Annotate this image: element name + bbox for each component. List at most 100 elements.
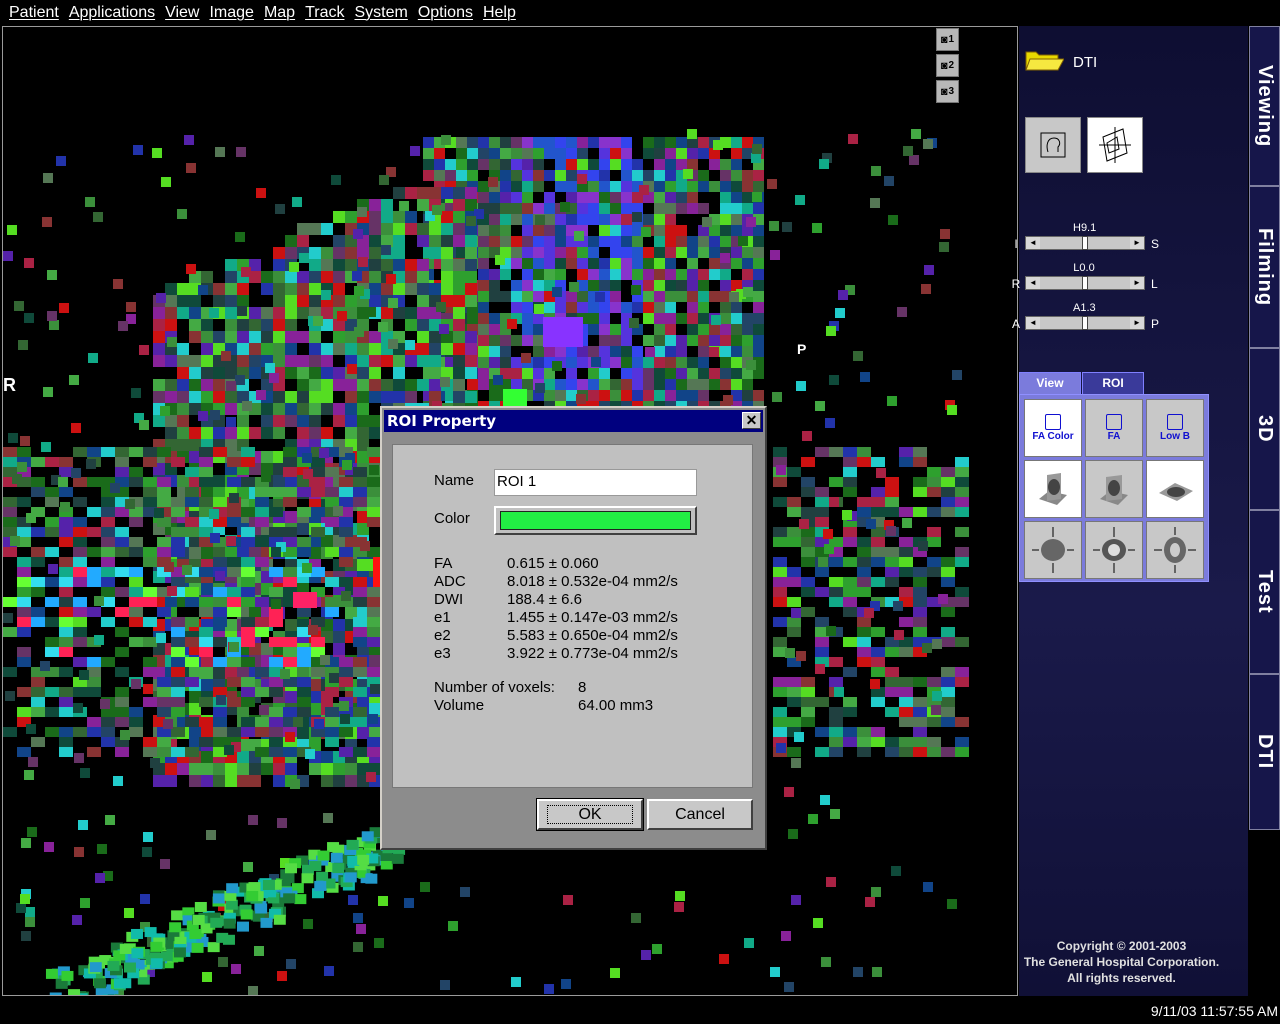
slider-ap-thumb[interactable] xyxy=(1082,316,1088,330)
snapshot-button-3[interactable]: ◙ 3 xyxy=(936,80,959,103)
slider-is-thumb[interactable] xyxy=(1082,236,1088,250)
tab-dti-label: DTI xyxy=(1254,734,1276,770)
arrow-right-icon[interactable]: ► xyxy=(1130,277,1144,289)
tab-test-label: Test xyxy=(1254,570,1276,614)
menu-patient[interactable]: Patient xyxy=(4,4,64,22)
copyright-line: Copyright © 2001-2003 xyxy=(1056,939,1187,953)
view-button-grid: FA Color FA Low B xyxy=(1019,394,1209,582)
fa-color-button[interactable]: FA Color xyxy=(1024,399,1082,457)
arrow-left-icon[interactable]: ◄ xyxy=(1026,277,1040,289)
name-field[interactable]: ROI 1 xyxy=(494,469,697,496)
snapshot-button-1[interactable]: ◙ 1 xyxy=(936,28,959,51)
head-view-button[interactable] xyxy=(1025,117,1081,173)
sagittal-plane-icon xyxy=(1039,473,1067,505)
slider-rl-value: L0.0 xyxy=(1073,262,1095,274)
slider-rl-track[interactable]: ◄ ► xyxy=(1025,276,1145,290)
tab-viewing-label: Viewing xyxy=(1254,64,1276,148)
fa-button[interactable]: FA xyxy=(1085,399,1143,457)
tab-roi[interactable]: ROI xyxy=(1082,372,1144,394)
slider-ap-track[interactable]: ◄ ► xyxy=(1025,316,1145,330)
arrow-left-icon[interactable]: ◄ xyxy=(1026,237,1040,249)
sagittal-pan-button[interactable] xyxy=(1024,521,1082,579)
slider-ap-left-label: A xyxy=(1011,317,1020,331)
axial-pan-button[interactable] xyxy=(1146,521,1204,579)
orthogonal-planes-button[interactable] xyxy=(1087,117,1143,173)
axial-plane-button[interactable] xyxy=(1146,460,1204,518)
ok-button[interactable]: OK xyxy=(536,798,644,831)
arrow-right-icon[interactable]: ► xyxy=(1130,237,1144,249)
stat-value: 0.615 ± 0.060 xyxy=(507,555,599,572)
low-b-button[interactable]: Low B xyxy=(1146,399,1204,457)
head-icon xyxy=(1106,414,1122,430)
tab-3d-label: 3D xyxy=(1254,415,1276,443)
fa-label: FA xyxy=(1107,431,1121,442)
folder-label: DTI xyxy=(1073,54,1098,71)
cancel-button[interactable]: Cancel xyxy=(647,799,753,830)
slider-is-value: H9.1 xyxy=(1073,222,1097,234)
voxel-count-label: Number of voxels: xyxy=(434,679,555,696)
slider-rl-right-label: L xyxy=(1151,277,1158,291)
ok-label: OK xyxy=(547,805,633,824)
slider-ap: A1.3 A ◄ ► P xyxy=(1012,302,1248,336)
stat-row: FA 0.615 ± 0.060 xyxy=(434,555,678,573)
arrow-left-icon[interactable]: ◄ xyxy=(1026,317,1040,329)
menu-map[interactable]: Map xyxy=(259,4,300,22)
close-icon[interactable]: ✕ xyxy=(742,412,761,429)
stat-value: 1.455 ± 0.147e-03 mm2/s xyxy=(507,609,678,626)
copyright-notice: Copyright © 2001-2003 The General Hospit… xyxy=(1019,938,1224,986)
stat-value: 3.922 ± 0.773e-04 mm2/s xyxy=(507,645,678,662)
fa-color-label: FA Color xyxy=(1032,431,1074,442)
tab-test[interactable]: Test xyxy=(1249,510,1280,674)
stat-key: DWI xyxy=(434,591,464,608)
dialog-title: ROI Property xyxy=(387,412,497,430)
dialog-title-bar[interactable]: ROI Property ✕ xyxy=(384,410,763,432)
menu-image[interactable]: Image xyxy=(204,4,258,22)
color-swatch xyxy=(500,511,691,530)
volume-label: Volume xyxy=(434,697,485,714)
snapshot-number: 1 xyxy=(948,34,955,45)
status-bar: 9/11/03 11:57:55 AM xyxy=(0,997,1280,1024)
color-picker-button[interactable] xyxy=(494,506,697,535)
slider-ap-right-label: P xyxy=(1151,317,1160,331)
folder-icon[interactable] xyxy=(1024,48,1064,72)
snapshot-number: 2 xyxy=(948,60,955,71)
roi-statistics: FA 0.615 ± 0.060 ADC 8.018 ± 0.532e-04 mm2… xyxy=(434,555,678,663)
menu-options[interactable]: Options xyxy=(413,4,478,22)
axial-slice-icon xyxy=(1154,527,1196,573)
stat-key: e1 xyxy=(434,609,451,626)
tab-filming-label: Filming xyxy=(1254,227,1276,307)
tab-view[interactable]: View xyxy=(1019,372,1081,394)
view-roi-tabs: View ROI FA Color FA Low B xyxy=(1019,372,1209,582)
coronal-pan-button[interactable] xyxy=(1085,521,1143,579)
voxel-summary: Number of voxels: 8 Volume 64.00 mm3 xyxy=(434,679,653,715)
menu-view[interactable]: View xyxy=(160,4,204,22)
menu-applications[interactable]: Applications xyxy=(64,4,160,22)
arrow-right-icon[interactable]: ► xyxy=(1130,317,1144,329)
tab-3d[interactable]: 3D xyxy=(1249,348,1280,510)
sagittal-plane-button[interactable] xyxy=(1024,460,1082,518)
tab-viewing[interactable]: Viewing xyxy=(1249,26,1280,186)
stat-key: ADC xyxy=(434,573,466,590)
menu-system[interactable]: System xyxy=(349,4,412,22)
slider-ap-value: A1.3 xyxy=(1073,302,1096,314)
slider-rl-left-label: R xyxy=(1011,277,1021,291)
name-label: Name xyxy=(434,472,475,489)
axial-plane-icon xyxy=(1159,483,1193,501)
side-tab-bar: Viewing Filming 3D Test DTI xyxy=(1249,26,1280,996)
low-b-label: Low B xyxy=(1160,431,1190,442)
roi-property-dialog: ROI Property ✕ Name ROI 1 Color FA 0.615 … xyxy=(380,406,767,850)
coronal-slice-icon xyxy=(1093,527,1135,573)
volume-value: 64.00 mm3 xyxy=(578,697,654,714)
tab-filming[interactable]: Filming xyxy=(1249,186,1280,348)
menu-track[interactable]: Track xyxy=(300,4,349,22)
volume-row: Volume 64.00 mm3 xyxy=(434,697,653,715)
tab-dti[interactable]: DTI xyxy=(1249,674,1280,830)
coronal-plane-button[interactable] xyxy=(1085,460,1143,518)
slider-rl-thumb[interactable] xyxy=(1082,276,1088,290)
snapshot-button-2[interactable]: ◙ 2 xyxy=(936,54,959,77)
voxel-count-value: 8 xyxy=(578,679,587,696)
slider-is-right-label: S xyxy=(1151,237,1160,251)
menu-help[interactable]: Help xyxy=(478,4,521,22)
copyright-line: All rights reserved. xyxy=(1067,971,1176,985)
slider-is-track[interactable]: ◄ ► xyxy=(1025,236,1145,250)
